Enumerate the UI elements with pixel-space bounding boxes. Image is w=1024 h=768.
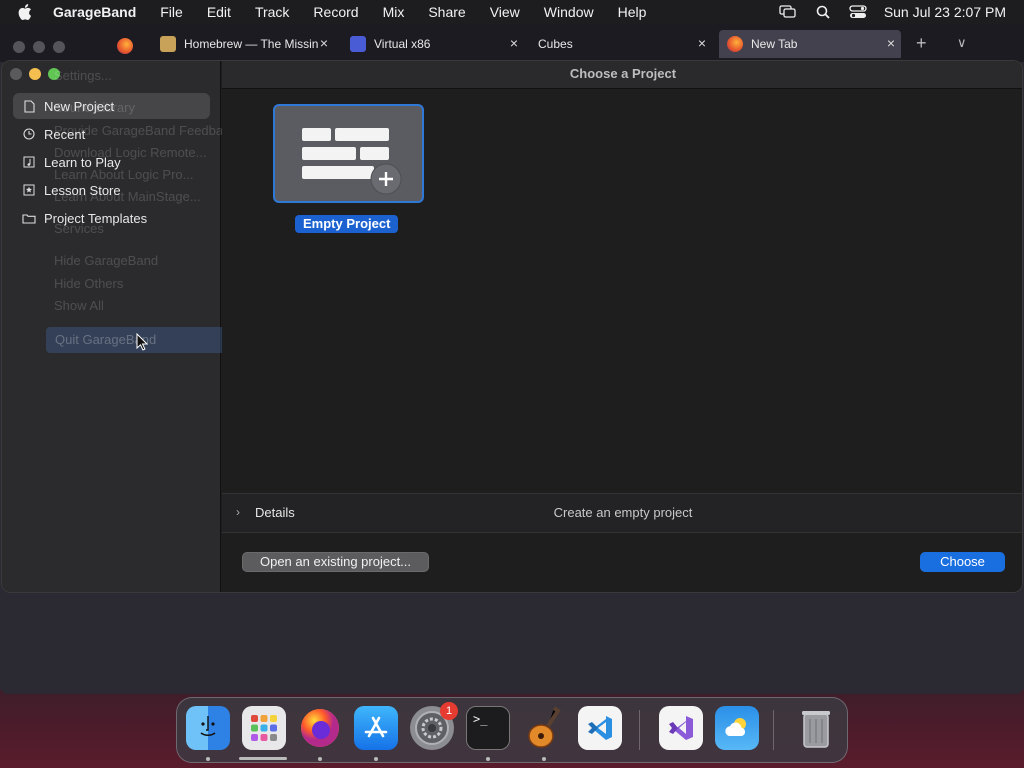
choose-button[interactable]: Choose (920, 552, 1005, 572)
browser-tab-new-tab[interactable]: New Tab × (719, 30, 901, 58)
clock-icon (22, 127, 36, 141)
menu-record[interactable]: Record (313, 4, 358, 20)
ghost-menu-item: Download Logic Remote... (54, 145, 207, 160)
menu-share[interactable]: Share (428, 4, 465, 20)
menu-mix[interactable]: Mix (383, 4, 405, 20)
garageband-dock-icon[interactable] (522, 706, 566, 750)
running-indicator (374, 757, 378, 761)
finder-dock-icon[interactable] (186, 706, 230, 750)
terminal-dock-icon[interactable]: >_ (466, 706, 510, 750)
firefox-pinned-tab-icon[interactable] (117, 38, 133, 54)
running-indicator (206, 757, 210, 761)
project-description: Create an empty project (553, 505, 693, 520)
menu-bar: GarageBand File Edit Track Record Mix Sh… (0, 0, 1024, 24)
running-indicator (486, 757, 490, 761)
running-indicator (542, 757, 546, 761)
music-note-icon (22, 155, 36, 169)
window-close-button[interactable] (10, 68, 22, 80)
window-zoom-dot[interactable] (53, 41, 65, 53)
empty-project-tile[interactable] (273, 104, 424, 203)
ghost-menu-item: Provide GarageBand Feedback (54, 123, 237, 138)
tab-close-icon[interactable]: × (320, 35, 328, 51)
apple-menu-icon[interactable] (18, 3, 36, 21)
details-bar: › Details Create an empty project (222, 493, 1022, 533)
browser-tab-homebrew[interactable]: Homebrew — The Missin × (152, 30, 334, 58)
menu-track[interactable]: Track (255, 4, 289, 20)
ghost-menu-item: Settings... (54, 68, 112, 83)
chooser-main-pane: Choose a Project Empty Project › Details… (222, 61, 1022, 592)
running-indicator (318, 757, 322, 761)
tab-close-icon[interactable]: × (698, 35, 706, 51)
menu-window[interactable]: Window (544, 4, 594, 20)
tab-title: New Tab (751, 37, 798, 51)
browser-tab-virtual-x86[interactable]: Virtual x86 × (342, 30, 524, 58)
ghost-menu-item: Hide Others (54, 276, 124, 291)
virtual-x86-favicon-icon (350, 36, 366, 52)
tab-close-icon[interactable]: × (510, 35, 518, 51)
ghost-menu-item: Show All (54, 298, 104, 313)
menu-edit[interactable]: Edit (207, 4, 231, 20)
new-tab-plus-icon[interactable]: + (916, 33, 927, 54)
document-icon (22, 99, 36, 113)
notification-badge: 1 (440, 702, 458, 720)
mouse-cursor-icon (136, 332, 149, 356)
menu-app-name[interactable]: GarageBand (53, 4, 136, 20)
dock-separator (639, 710, 640, 750)
launchpad-hover-indicator (239, 757, 287, 760)
tab-title: Homebrew — The Missin (184, 37, 319, 51)
browser-tab-cubes[interactable]: Cubes × (530, 30, 712, 58)
firefox-dock-icon[interactable] (298, 706, 342, 750)
empty-project-illustration-icon (302, 128, 402, 195)
tab-close-icon[interactable]: × (887, 35, 895, 51)
star-icon (22, 183, 36, 197)
menu-file[interactable]: File (160, 4, 183, 20)
menu-clock[interactable]: Sun Jul 23 2:07 PM (884, 4, 1006, 20)
tab-list-chevron-icon[interactable]: ∨ (957, 35, 967, 51)
tab-title: Virtual x86 (374, 37, 431, 51)
weather-dock-icon[interactable] (715, 706, 759, 750)
control-center-icon[interactable] (848, 4, 868, 20)
ghost-menu-item: Services (54, 221, 104, 236)
ghost-menu-item: Learn About Logic Pro... (54, 167, 194, 182)
ghost-menu-item: Learn About MainStage... (54, 189, 201, 204)
folder-icon (22, 211, 36, 225)
chooser-title: Choose a Project (222, 61, 1022, 89)
launchpad-dock-icon[interactable] (242, 706, 286, 750)
garageband-project-chooser: New Project Recent Learn to Play Lesson … (1, 60, 1023, 593)
window-minimize-dot[interactable] (33, 41, 45, 53)
window-minimize-button[interactable] (29, 68, 41, 80)
tab-title: Cubes (538, 37, 573, 51)
empty-project-label[interactable]: Empty Project (295, 215, 399, 233)
screen-mirroring-icon[interactable] (778, 4, 798, 20)
vscode-dock-icon[interactable] (578, 706, 622, 750)
dock: 1 >_ (176, 697, 848, 763)
menu-view[interactable]: View (490, 4, 520, 20)
ghost-menu-item: Hide GarageBand (54, 253, 159, 268)
trash-dock-icon[interactable] (794, 706, 838, 750)
app-store-dock-icon[interactable] (354, 706, 398, 750)
window-close-dot[interactable] (13, 41, 25, 53)
firefox-favicon-icon (727, 36, 743, 52)
menu-help[interactable]: Help (618, 4, 647, 20)
open-existing-project-button[interactable]: Open an existing project... (242, 552, 429, 572)
homebrew-favicon-icon (160, 36, 176, 52)
visual-studio-dock-icon[interactable] (659, 706, 703, 750)
dock-separator (773, 710, 774, 750)
browser-tab-strip: Homebrew — The Missin × Virtual x86 × Cu… (0, 24, 1024, 62)
search-icon[interactable] (813, 4, 833, 20)
ghost-menu-item: Sound Library (54, 100, 135, 115)
